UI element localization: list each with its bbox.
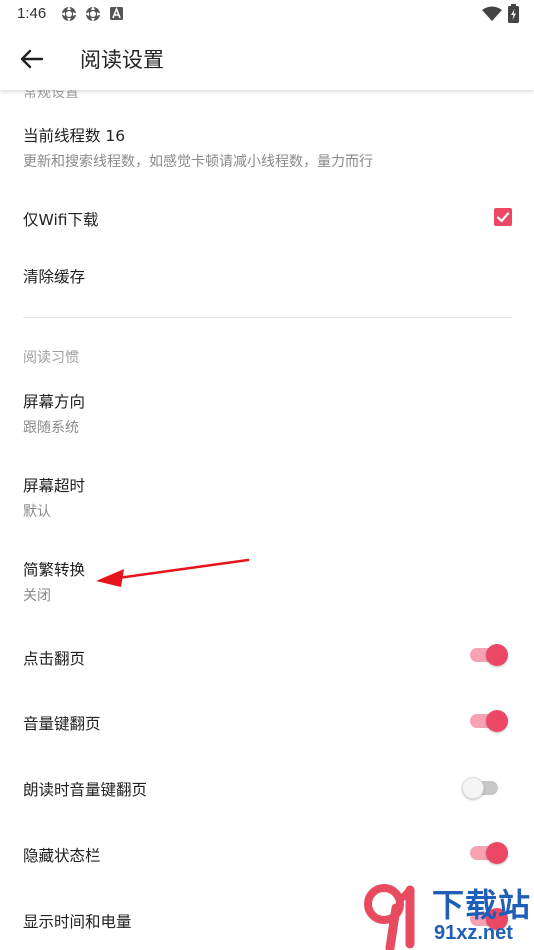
settings-gear-icon-2 — [85, 6, 101, 22]
battery-charging-icon — [508, 4, 519, 23]
status-bar: 1:46 — [0, 0, 534, 28]
watermark-logo-icon — [364, 884, 415, 950]
category-general: 常规设置 — [23, 90, 79, 101]
setting-title: 音量键翻页 — [23, 715, 101, 733]
setting-title: 显示时间和电量 — [23, 913, 132, 931]
settings-list[interactable]: 常规设置 当前线程数 16 更新和搜索线程数，如感觉卡顿请减小线程数，量力而行 … — [0, 90, 534, 950]
status-time: 1:46 — [17, 5, 47, 22]
setting-title: 当前线程数 16 — [23, 127, 126, 145]
app-bar: 阅读设置 — [0, 28, 534, 90]
watermark-text-top: 下载站 — [432, 886, 532, 924]
setting-title: 屏幕方向 — [23, 393, 86, 411]
section-divider — [23, 317, 512, 318]
setting-value: 默认 — [23, 504, 51, 520]
a-square-icon — [110, 7, 123, 20]
setting-summary: 更新和搜索线程数，如感觉卡顿请减小线程数，量力而行 — [23, 154, 373, 170]
setting-title: 朗读时音量键翻页 — [23, 781, 148, 799]
setting-title: 简繁转换 — [23, 561, 86, 579]
wifi-icon — [482, 6, 502, 21]
setting-title: 清除缓存 — [23, 268, 86, 286]
tap-to-turn-switch[interactable] — [468, 642, 508, 668]
settings-gear-icon — [61, 6, 77, 22]
setting-title: 屏幕超时 — [23, 477, 86, 495]
checkmark-icon — [496, 212, 510, 223]
watermark: 下载站 91xz.net — [360, 878, 534, 950]
setting-title: 仅Wifi下载 — [23, 211, 99, 229]
hide-status-bar-switch[interactable] — [468, 840, 508, 866]
volume-key-turn-switch[interactable] — [468, 708, 508, 734]
setting-value: 关闭 — [23, 588, 51, 604]
tts-volume-key-turn-switch[interactable] — [462, 775, 502, 801]
wifi-only-checkbox[interactable] — [494, 208, 512, 226]
setting-title: 隐藏状态栏 — [23, 847, 101, 865]
watermark-text-bottom: 91xz.net — [434, 922, 513, 944]
setting-value: 跟随系统 — [23, 420, 79, 436]
setting-title: 点击翻页 — [23, 650, 86, 668]
page-title: 阅读设置 — [80, 48, 164, 72]
arrow-left-icon[interactable] — [18, 45, 46, 73]
category-reading-habits: 阅读习惯 — [23, 350, 79, 366]
